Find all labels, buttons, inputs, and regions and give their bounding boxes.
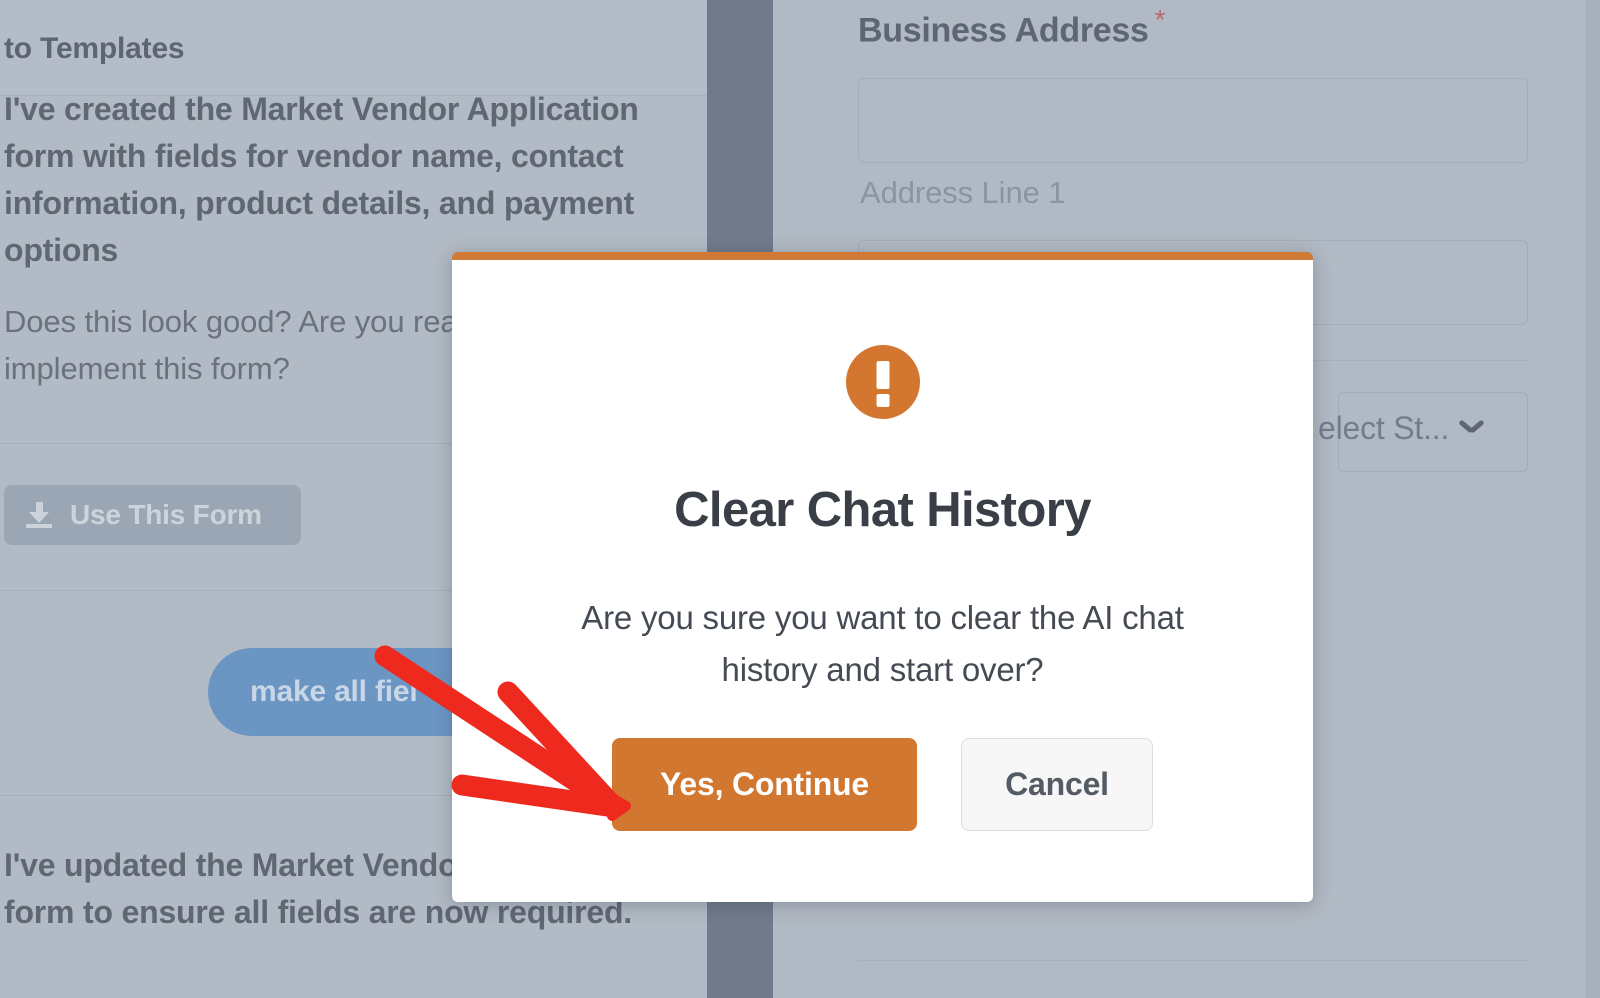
use-this-form-button[interactable]: Use This Form [4, 485, 301, 545]
use-this-form-label: Use This Form [70, 499, 262, 530]
chevron-down-icon [1458, 420, 1484, 436]
yes-continue-button[interactable]: Yes, Continue [612, 738, 917, 831]
user-chat-bubble-text: make all fiel [250, 675, 418, 708]
form-preview-right-edge [1586, 0, 1600, 998]
required-asterisk: * [1154, 4, 1166, 35]
breadcrumb[interactable]: to Templates [4, 32, 185, 66]
clear-chat-history-dialog: Clear Chat History Are you sure you want… [452, 252, 1313, 902]
cancel-button[interactable]: Cancel [961, 738, 1153, 831]
form-rule [858, 960, 1528, 961]
address-line-1-sublabel: Address Line 1 [860, 175, 1066, 210]
assistant-message: I've created the Market Vendor Applicati… [4, 91, 639, 268]
alert-exclamation-icon [845, 345, 920, 419]
dialog-body-text: Are you sure you want to clear the AI ch… [581, 599, 1184, 688]
address-line-1-input[interactable] [858, 78, 1528, 163]
business-address-label: Business Address * [858, 4, 1166, 50]
state-select-value: elect St... [1318, 410, 1450, 446]
download-icon [26, 502, 52, 528]
screenshot-root: to Templates I've created the Market Ven… [0, 0, 1600, 998]
dialog-actions: Yes, Continue Cancel [452, 738, 1313, 831]
dialog-title: Clear Chat History [674, 483, 1091, 537]
business-address-label-text: Business Address [858, 11, 1149, 50]
